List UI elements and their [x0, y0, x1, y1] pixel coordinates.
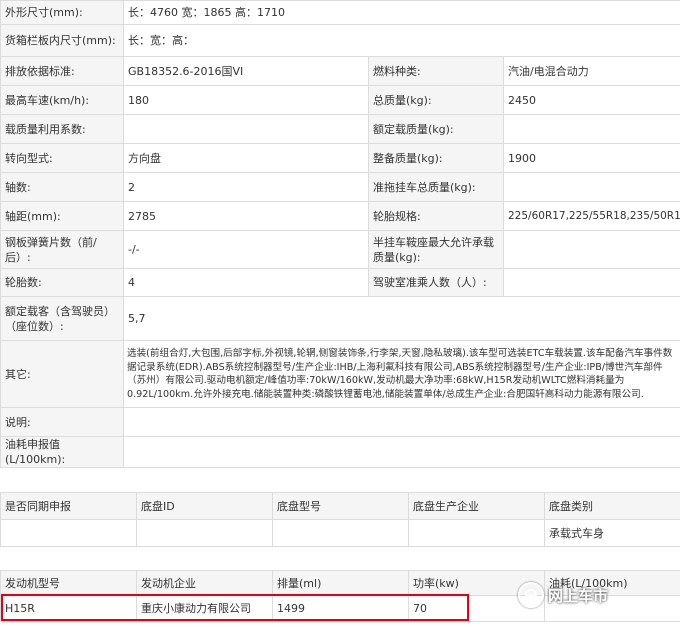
spec-row-cargo-box: 货箱栏板内尺寸(mm): 长：宽：高： — [0, 24, 680, 57]
engine-cell-model: H15R — [0, 595, 137, 622]
value-max-speed: 180 — [123, 85, 369, 115]
label-curb-mass: 整备质量(kg): — [368, 143, 504, 173]
spec-row-leaf-springs: 钢板弹簧片数（前/后）: -/- 半挂车鞍座最大允许承载质量(kg): — [0, 230, 680, 269]
value-fuel-declared — [123, 436, 680, 468]
value-trailer-mass — [503, 172, 680, 202]
engine-cell-maker: 重庆小康动力有限公司 — [136, 595, 273, 622]
label-seats: 额定载客（含驾驶员）（座位数）: — [0, 296, 124, 341]
value-total-mass: 2450 — [503, 85, 680, 115]
label-dimensions: 外形尺寸(mm): — [0, 0, 124, 25]
value-other: 选装(前组合灯,大包围,后部字标,外视镜,轮辋,侧窗装饰条,行李架,天窗,隐私玻… — [123, 340, 680, 408]
label-steering: 转向型式: — [0, 143, 124, 173]
value-leaf-springs: -/- — [123, 230, 369, 269]
chassis-header-row: 是否同期申报 底盘ID 底盘型号 底盘生产企业 底盘类别 — [0, 492, 680, 520]
chassis-header-same-period: 是否同期申报 — [0, 492, 137, 520]
label-cab-passengers: 驾驶室准乘人数（人）: — [368, 268, 504, 297]
spec-row-emission: 排放依据标准: GB18352.6-2016国VI 燃料种类: 汽油/电混合动力 — [0, 56, 680, 86]
value-tire-count: 4 — [123, 268, 369, 297]
label-max-speed: 最高车速(km/h): — [0, 85, 124, 115]
spec-row-other: 其它: 选装(前组合灯,大包围,后部字标,外视镜,轮辋,侧窗装饰条,行李架,天窗… — [0, 340, 680, 408]
value-cab-passengers — [503, 268, 680, 297]
label-fuel-type: 燃料种类: — [368, 56, 504, 86]
value-fuel-type: 汽油/电混合动力 — [503, 56, 680, 86]
chassis-header-model: 底盘型号 — [272, 492, 409, 520]
label-cargo-box: 货箱栏板内尺寸(mm): — [0, 24, 124, 57]
spec-table: 外形尺寸(mm): 长：4760 宽：1865 高：1710 货箱栏板内尺寸(m… — [0, 0, 680, 468]
chassis-header-id: 底盘ID — [136, 492, 273, 520]
engine-header-displacement: 排量(ml) — [272, 570, 409, 596]
spec-row-axles: 轴数: 2 准拖挂车总质量(kg): — [0, 172, 680, 202]
spec-row-speed: 最高车速(km/h): 180 总质量(kg): 2450 — [0, 85, 680, 115]
engine-header-maker: 发动机企业 — [136, 570, 273, 596]
watermark: 网上车市 — [518, 580, 644, 610]
spec-row-wheelbase: 轴距(mm): 2785 轮胎规格: 225/60R17,225/55R18,2… — [0, 201, 680, 231]
value-notes — [123, 407, 680, 437]
value-axles: 2 — [123, 172, 369, 202]
value-tire-spec: 225/60R17,225/55R18,235/50R19 — [503, 201, 680, 231]
chassis-cell-category: 承载式车身 — [544, 519, 680, 547]
label-tire-count: 轮胎数: — [0, 268, 124, 297]
value-load-factor — [123, 114, 369, 144]
value-emission-standard: GB18352.6-2016国VI — [123, 56, 369, 86]
label-rated-load: 额定载质量(kg): — [368, 114, 504, 144]
value-steering: 方向盘 — [123, 143, 369, 173]
chassis-cell-id — [136, 519, 273, 547]
chassis-cell-model — [272, 519, 409, 547]
chassis-data-row: 承载式车身 — [0, 519, 680, 547]
value-wheelbase: 2785 — [123, 201, 369, 231]
value-curb-mass: 1900 — [503, 143, 680, 173]
spec-row-notes: 说明: — [0, 407, 680, 437]
chassis-header-maker: 底盘生产企业 — [408, 492, 545, 520]
label-leaf-springs: 钢板弹簧片数（前/后）: — [0, 230, 124, 269]
value-rated-load — [503, 114, 680, 144]
label-notes: 说明: — [0, 407, 124, 437]
spec-row-fuel-declared: 油耗申报值(L/100km): — [0, 436, 680, 468]
label-saddle-load: 半挂车鞍座最大允许承载质量(kg): — [368, 230, 504, 269]
spec-row-tires: 轮胎数: 4 驾驶室准乘人数（人）: — [0, 268, 680, 297]
chassis-table: 是否同期申报 底盘ID 底盘型号 底盘生产企业 底盘类别 承载式车身 — [0, 492, 680, 547]
label-emission-standard: 排放依据标准: — [0, 56, 124, 86]
label-fuel-declared: 油耗申报值(L/100km): — [0, 436, 124, 468]
spec-row-dimensions: 外形尺寸(mm): 长：4760 宽：1865 高：1710 — [0, 0, 680, 25]
value-dimensions: 长：4760 宽：1865 高：1710 — [123, 0, 680, 25]
chassis-header-category: 底盘类别 — [544, 492, 680, 520]
value-saddle-load — [503, 230, 680, 269]
label-tire-spec: 轮胎规格: — [368, 201, 504, 231]
steering-wheel-icon — [518, 582, 544, 608]
engine-header-model: 发动机型号 — [0, 570, 137, 596]
label-trailer-mass: 准拖挂车总质量(kg): — [368, 172, 504, 202]
value-cargo-box: 长：宽：高： — [123, 24, 680, 57]
spec-row-load: 载质量利用系数: 额定载质量(kg): — [0, 114, 680, 144]
spec-row-steering: 转向型式: 方向盘 整备质量(kg): 1900 — [0, 143, 680, 173]
value-seats: 5,7 — [123, 296, 680, 341]
chassis-cell-same-period — [0, 519, 137, 547]
spec-row-seats: 额定载客（含驾驶员）（座位数）: 5,7 — [0, 296, 680, 341]
label-axles: 轴数: — [0, 172, 124, 202]
engine-cell-displacement: 1499 — [272, 595, 409, 622]
label-load-factor: 载质量利用系数: — [0, 114, 124, 144]
label-wheelbase: 轴距(mm): — [0, 201, 124, 231]
label-other: 其它: — [0, 340, 124, 408]
chassis-cell-maker — [408, 519, 545, 547]
watermark-text: 网上车市 — [548, 586, 609, 605]
label-total-mass: 总质量(kg): — [368, 85, 504, 115]
